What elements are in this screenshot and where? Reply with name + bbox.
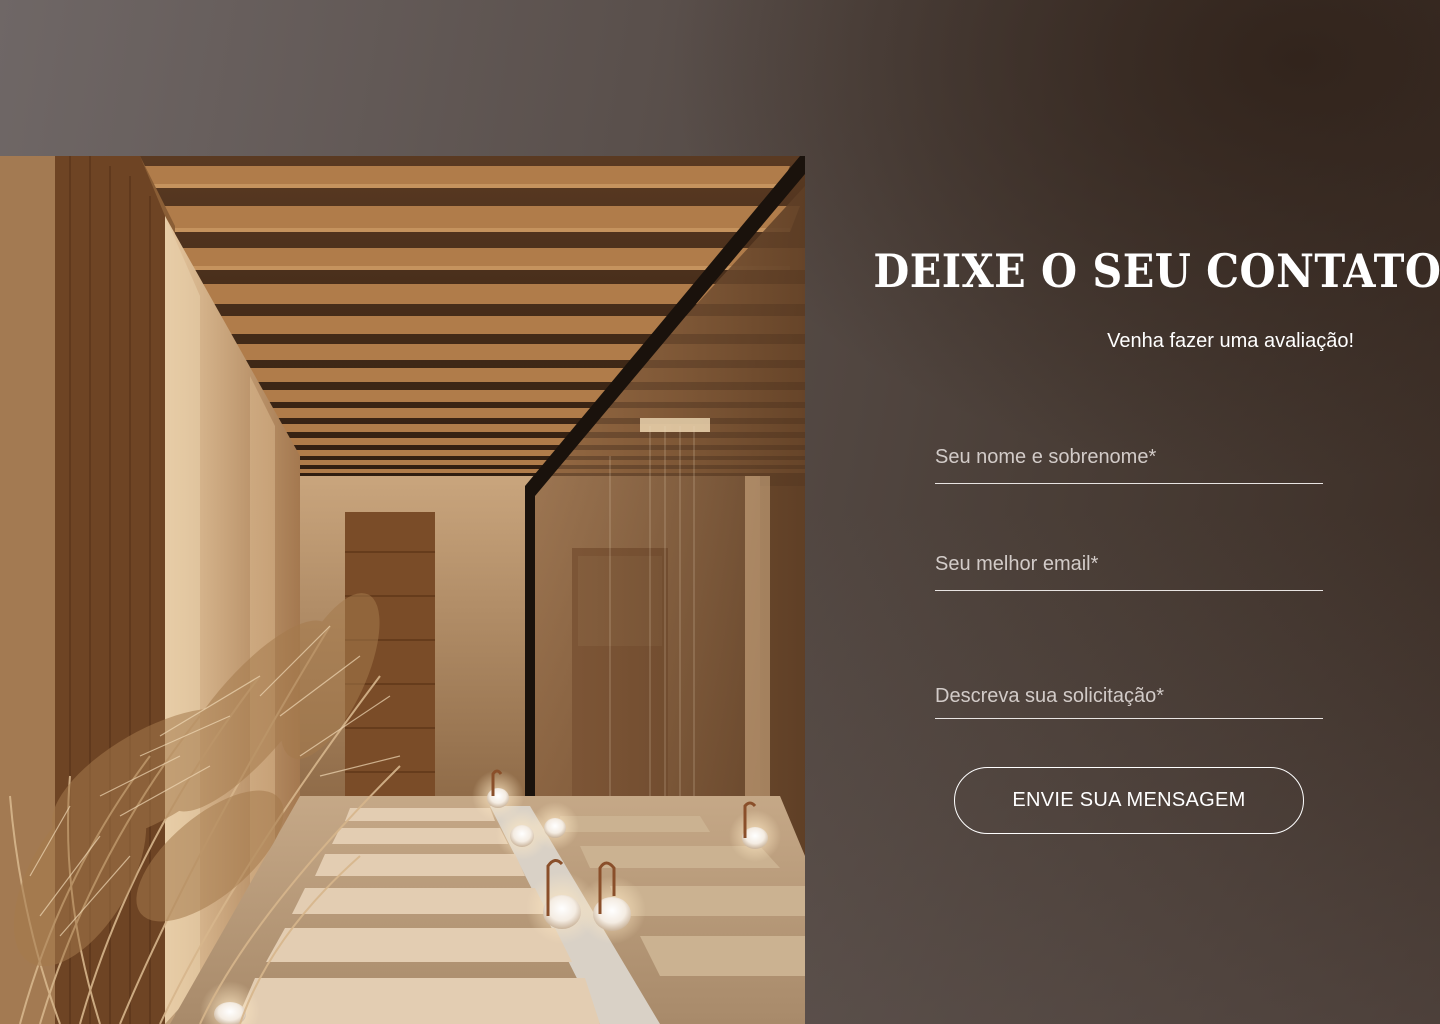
- submit-button[interactable]: ENVIE SUA MENSAGEM: [954, 767, 1304, 834]
- corridor-photo: [0, 156, 805, 1024]
- contact-section: DEIXE O SEU CONTATO Venha fazer uma aval…: [0, 0, 1440, 1024]
- email-input[interactable]: [935, 551, 1323, 591]
- message-input[interactable]: [935, 684, 1323, 719]
- page-title: DEIXE O SEU CONTATO: [873, 244, 1440, 298]
- name-input[interactable]: [935, 444, 1323, 484]
- page-subtitle: Venha fazer uma avaliação!: [1107, 330, 1354, 352]
